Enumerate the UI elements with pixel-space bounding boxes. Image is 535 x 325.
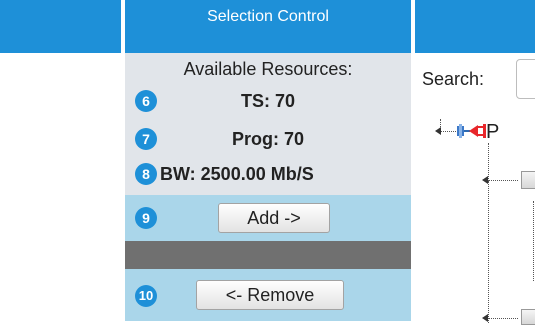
tree-root-branch <box>440 131 456 132</box>
left-empty-column <box>0 53 121 321</box>
ts-count: TS: 70 <box>240 91 296 111</box>
tree-root-label[interactable]: P <box>486 121 499 144</box>
red-connector-icon-svg <box>469 124 486 138</box>
search-input[interactable] <box>516 59 535 99</box>
tree-child2-branch <box>488 318 518 319</box>
header-bar-left <box>0 0 121 53</box>
prog-count: Prog: 70 <box>231 129 305 149</box>
red-connector-icon <box>469 122 486 140</box>
tree-child1-node[interactable] <box>521 171 535 189</box>
add-section: 9 Add -> <box>125 195 411 241</box>
available-resources-label: Available Resources: <box>183 59 353 79</box>
remove-section: 10 <- Remove <box>125 269 411 321</box>
selection-control-panel: Available Resources: 6 TS: 70 7 Prog: 70… <box>125 53 411 321</box>
remove-button[interactable]: <- Remove <box>196 280 344 310</box>
tree-panel: Search: P <box>415 53 535 325</box>
tree-child1-subline <box>533 201 534 281</box>
network-device-icon <box>456 123 470 139</box>
tree-level1-line <box>488 181 489 321</box>
tree-child2-node[interactable] <box>521 309 535 325</box>
header-bar-right <box>415 0 535 53</box>
selection-control-header: Selection Control <box>125 0 411 53</box>
badge-10: 10 <box>135 285 157 307</box>
tree-child1-arrow-icon <box>482 176 488 184</box>
add-button[interactable]: Add -> <box>218 203 330 233</box>
search-label: Search: <box>422 69 485 89</box>
available-resources-section: Available Resources: 6 TS: 70 7 Prog: 70… <box>125 53 411 195</box>
separator-bar <box>125 241 411 269</box>
selection-control-title: Selection Control <box>207 8 329 25</box>
bandwidth-available: BW: 2500.00 Mb/S <box>160 164 314 184</box>
badge-8: 8 <box>135 163 157 185</box>
badge-9: 9 <box>135 207 157 229</box>
tree-root-arrow-icon <box>435 127 441 135</box>
tree-child1-branch <box>488 180 518 181</box>
network-device-icon-svg <box>457 124 470 138</box>
